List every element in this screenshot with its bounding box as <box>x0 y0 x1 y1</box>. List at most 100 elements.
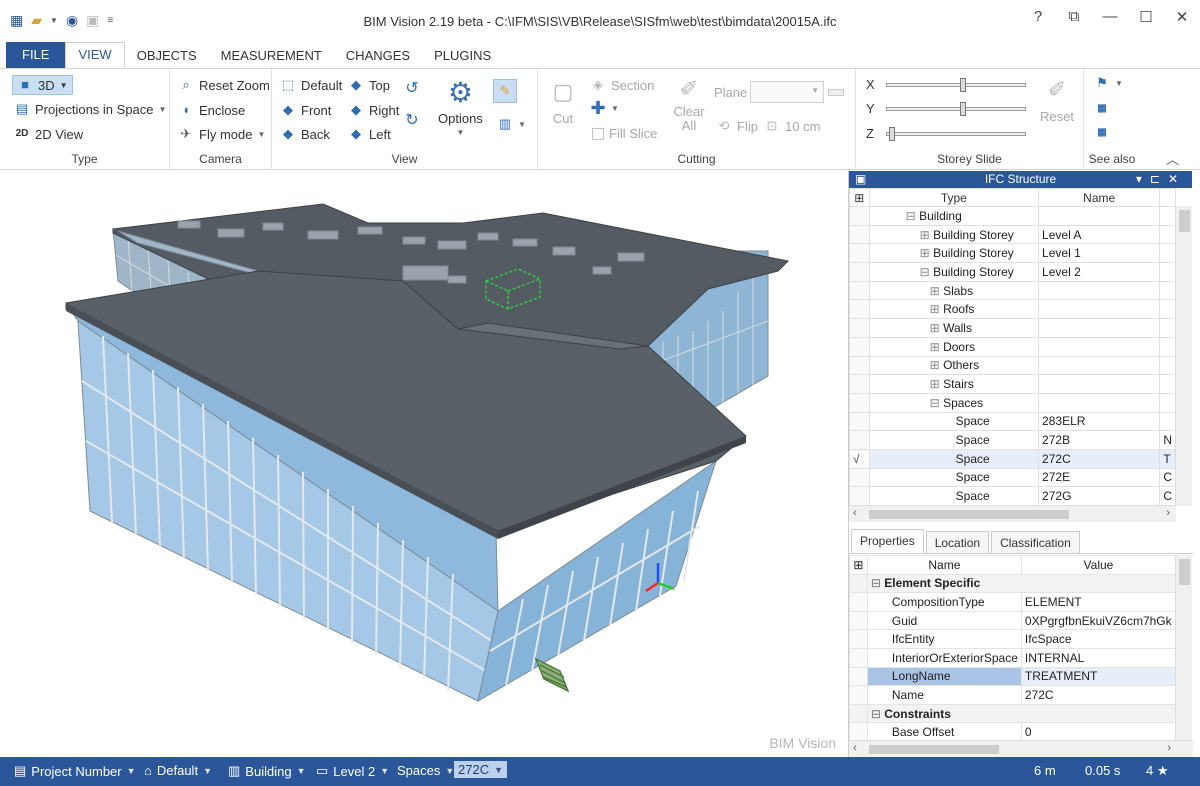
map-button[interactable]: ▥ ▼ <box>497 116 526 132</box>
property-row[interactable]: Base Offset 0 <box>849 722 1176 740</box>
row-check[interactable] <box>849 224 870 245</box>
tab-classification[interactable]: Classification <box>991 531 1080 553</box>
clear-all-button[interactable]: ✐ Clear All <box>672 75 706 133</box>
collapse-icon[interactable]: ⊟ <box>920 265 933 279</box>
view-top-button[interactable]: ◆ Top <box>348 77 390 93</box>
paint-button[interactable]: ✎ <box>493 79 517 103</box>
tree-row[interactable]: ⊟ Building Storey Level 2 <box>849 262 1176 282</box>
tab-changes[interactable]: CHANGES <box>334 44 422 68</box>
prop-value-header[interactable]: Value <box>1020 555 1176 575</box>
scroll-right-icon[interactable]: › <box>1167 742 1171 754</box>
status-building[interactable]: ▥ Building ▼ <box>228 763 305 779</box>
projections-button[interactable]: ▤ Projections in Space ▼ <box>14 101 167 117</box>
help-button[interactable]: ? <box>1020 8 1056 26</box>
tree-row-selected[interactable]: √ Space 272C T <box>849 448 1176 469</box>
tab-file[interactable]: FILE <box>6 42 66 68</box>
flip-button[interactable]: ⟲ Flip <box>716 118 758 134</box>
row-check[interactable] <box>849 299 870 320</box>
expand-icon[interactable]: ⊞ <box>930 302 943 316</box>
expand-icon[interactable]: ⊞ <box>930 358 943 372</box>
property-category[interactable]: ⊟ Element Specific <box>849 573 1176 594</box>
3d-viewport[interactable]: BIM Vision <box>8 171 844 757</box>
row-check[interactable] <box>849 206 870 226</box>
row-check[interactable] <box>849 318 870 338</box>
cut-button[interactable]: ▢ Cut <box>550 79 576 126</box>
prop-name-header[interactable]: Name <box>866 555 1022 575</box>
enclose-button[interactable]: ◖ Enclose <box>178 102 245 118</box>
3d-button[interactable]: ■ 3D ▼ <box>12 75 73 95</box>
tree-row[interactable]: Space 283ELR <box>849 411 1176 432</box>
scroll-right-icon[interactable]: › <box>1166 507 1170 519</box>
view-right-button[interactable]: ◆ Right <box>348 102 399 118</box>
property-row[interactable]: Guid 0XPgrgfbnEkuiVZ6cm7hGk <box>849 610 1176 631</box>
2d-view-button[interactable]: 2D 2D View <box>14 126 84 142</box>
status-spaces[interactable]: Spaces ▼ <box>397 763 454 778</box>
storey-reset-button[interactable]: ✐ Reset <box>1040 77 1074 124</box>
tab-properties[interactable]: Properties <box>851 529 924 553</box>
ifc-tree-grid[interactable]: ⊞ Type Name ⊟ Building ⊞ Building Storey… <box>849 188 1176 522</box>
collapse-icon[interactable]: ⊟ <box>871 576 884 590</box>
expand-icon[interactable]: ⊞ <box>920 246 933 260</box>
add-plane-button[interactable]: ✚ ▼ <box>590 99 618 117</box>
row-check[interactable] <box>849 243 870 264</box>
expand-icon[interactable]: ⊞ <box>930 377 943 391</box>
status-level[interactable]: ▭ Level 2 ▼ <box>316 763 389 779</box>
tab-plugins[interactable]: PLUGINS <box>422 44 503 68</box>
rotate-cw-button[interactable]: ↻ <box>404 113 420 129</box>
ifc-tree-hscroll[interactable]: ‹ › <box>849 505 1176 522</box>
collapse-icon[interactable]: ⊟ <box>906 209 919 223</box>
status-site[interactable]: ⌂ Default ▼ <box>144 763 212 778</box>
fill-slice-checkbox[interactable]: Fill Slice <box>592 126 657 141</box>
maximize-button[interactable]: ☐ <box>1128 8 1164 26</box>
properties-vscroll[interactable] <box>1175 555 1192 740</box>
row-check[interactable] <box>849 262 870 282</box>
section-button[interactable]: ◈ Section <box>590 77 654 93</box>
building-model[interactable] <box>8 171 844 757</box>
tree-row[interactable]: Space 272E C <box>849 467 1176 488</box>
view-front-button[interactable]: ◆ Front <box>280 102 331 118</box>
tree-row[interactable]: ⊞ Stairs <box>849 374 1176 394</box>
panel-controls[interactable]: ▾⊏✕ <box>1136 171 1186 188</box>
bim-link-button-2[interactable]: ▦ <box>1094 125 1110 141</box>
view-default-button[interactable]: ⬚ Default <box>280 77 342 93</box>
property-row[interactable]: InteriorOrExteriorSpace INTERNAL <box>849 647 1176 668</box>
tab-location[interactable]: Location <box>925 531 990 553</box>
property-row-selected[interactable]: LongName TREATMENT <box>849 666 1176 687</box>
collapse-ribbon-button[interactable]: ︿ <box>1166 149 1179 168</box>
row-check[interactable] <box>849 355 870 376</box>
expand-icon[interactable]: ⊞ <box>930 340 943 354</box>
ifc-tree-vscroll[interactable] <box>1175 206 1192 506</box>
plane-color-icon[interactable] <box>828 89 844 96</box>
minimize-button[interactable]: — <box>1092 8 1128 26</box>
tree-row[interactable]: ⊞ Slabs <box>849 280 1176 301</box>
tree-row[interactable]: ⊞ Building Storey Level 1 <box>849 243 1176 264</box>
tree-row[interactable]: ⊞ Walls <box>849 318 1176 338</box>
collapse-icon[interactable]: ⊟ <box>871 707 884 721</box>
tab-view[interactable]: VIEW <box>65 42 125 68</box>
row-check[interactable] <box>849 374 870 394</box>
expand-icon[interactable]: ⊞ <box>920 228 933 242</box>
properties-hscroll[interactable]: ‹ › <box>849 740 1193 757</box>
expand-icon[interactable]: ⊞ <box>930 321 943 335</box>
row-check[interactable] <box>849 430 870 450</box>
row-check[interactable]: √ <box>849 448 870 469</box>
row-check[interactable] <box>849 392 870 413</box>
type-column-header[interactable]: Type <box>868 188 1040 207</box>
name-column-header[interactable]: Name <box>1038 188 1161 207</box>
x-slider[interactable] <box>886 78 1026 92</box>
tree-row[interactable]: ⊞ Building Storey Level A <box>849 224 1176 245</box>
plane-select[interactable]: ▼ <box>750 81 824 103</box>
view-back-button[interactable]: ◆ Back <box>280 126 330 142</box>
row-check[interactable] <box>849 280 870 301</box>
scroll-left-icon[interactable]: ‹ <box>853 507 857 519</box>
properties-grid[interactable]: ⊞ Name Value ⊟ Element Specific Composit… <box>849 555 1176 740</box>
expand-icon[interactable]: ⊞ <box>930 284 943 298</box>
tab-measurement[interactable]: MEASUREMENT <box>209 44 334 68</box>
thickness-field[interactable]: ⊡ 10 cm <box>764 118 821 134</box>
bim-link-button-1[interactable]: ▦ <box>1094 101 1110 117</box>
row-check[interactable] <box>849 486 870 506</box>
property-row[interactable]: Name 272C <box>849 685 1176 705</box>
property-row[interactable]: IfcEntity IfcSpace <box>849 629 1176 649</box>
collapse-icon[interactable]: ⊟ <box>930 396 943 410</box>
y-slider[interactable] <box>886 102 1026 116</box>
